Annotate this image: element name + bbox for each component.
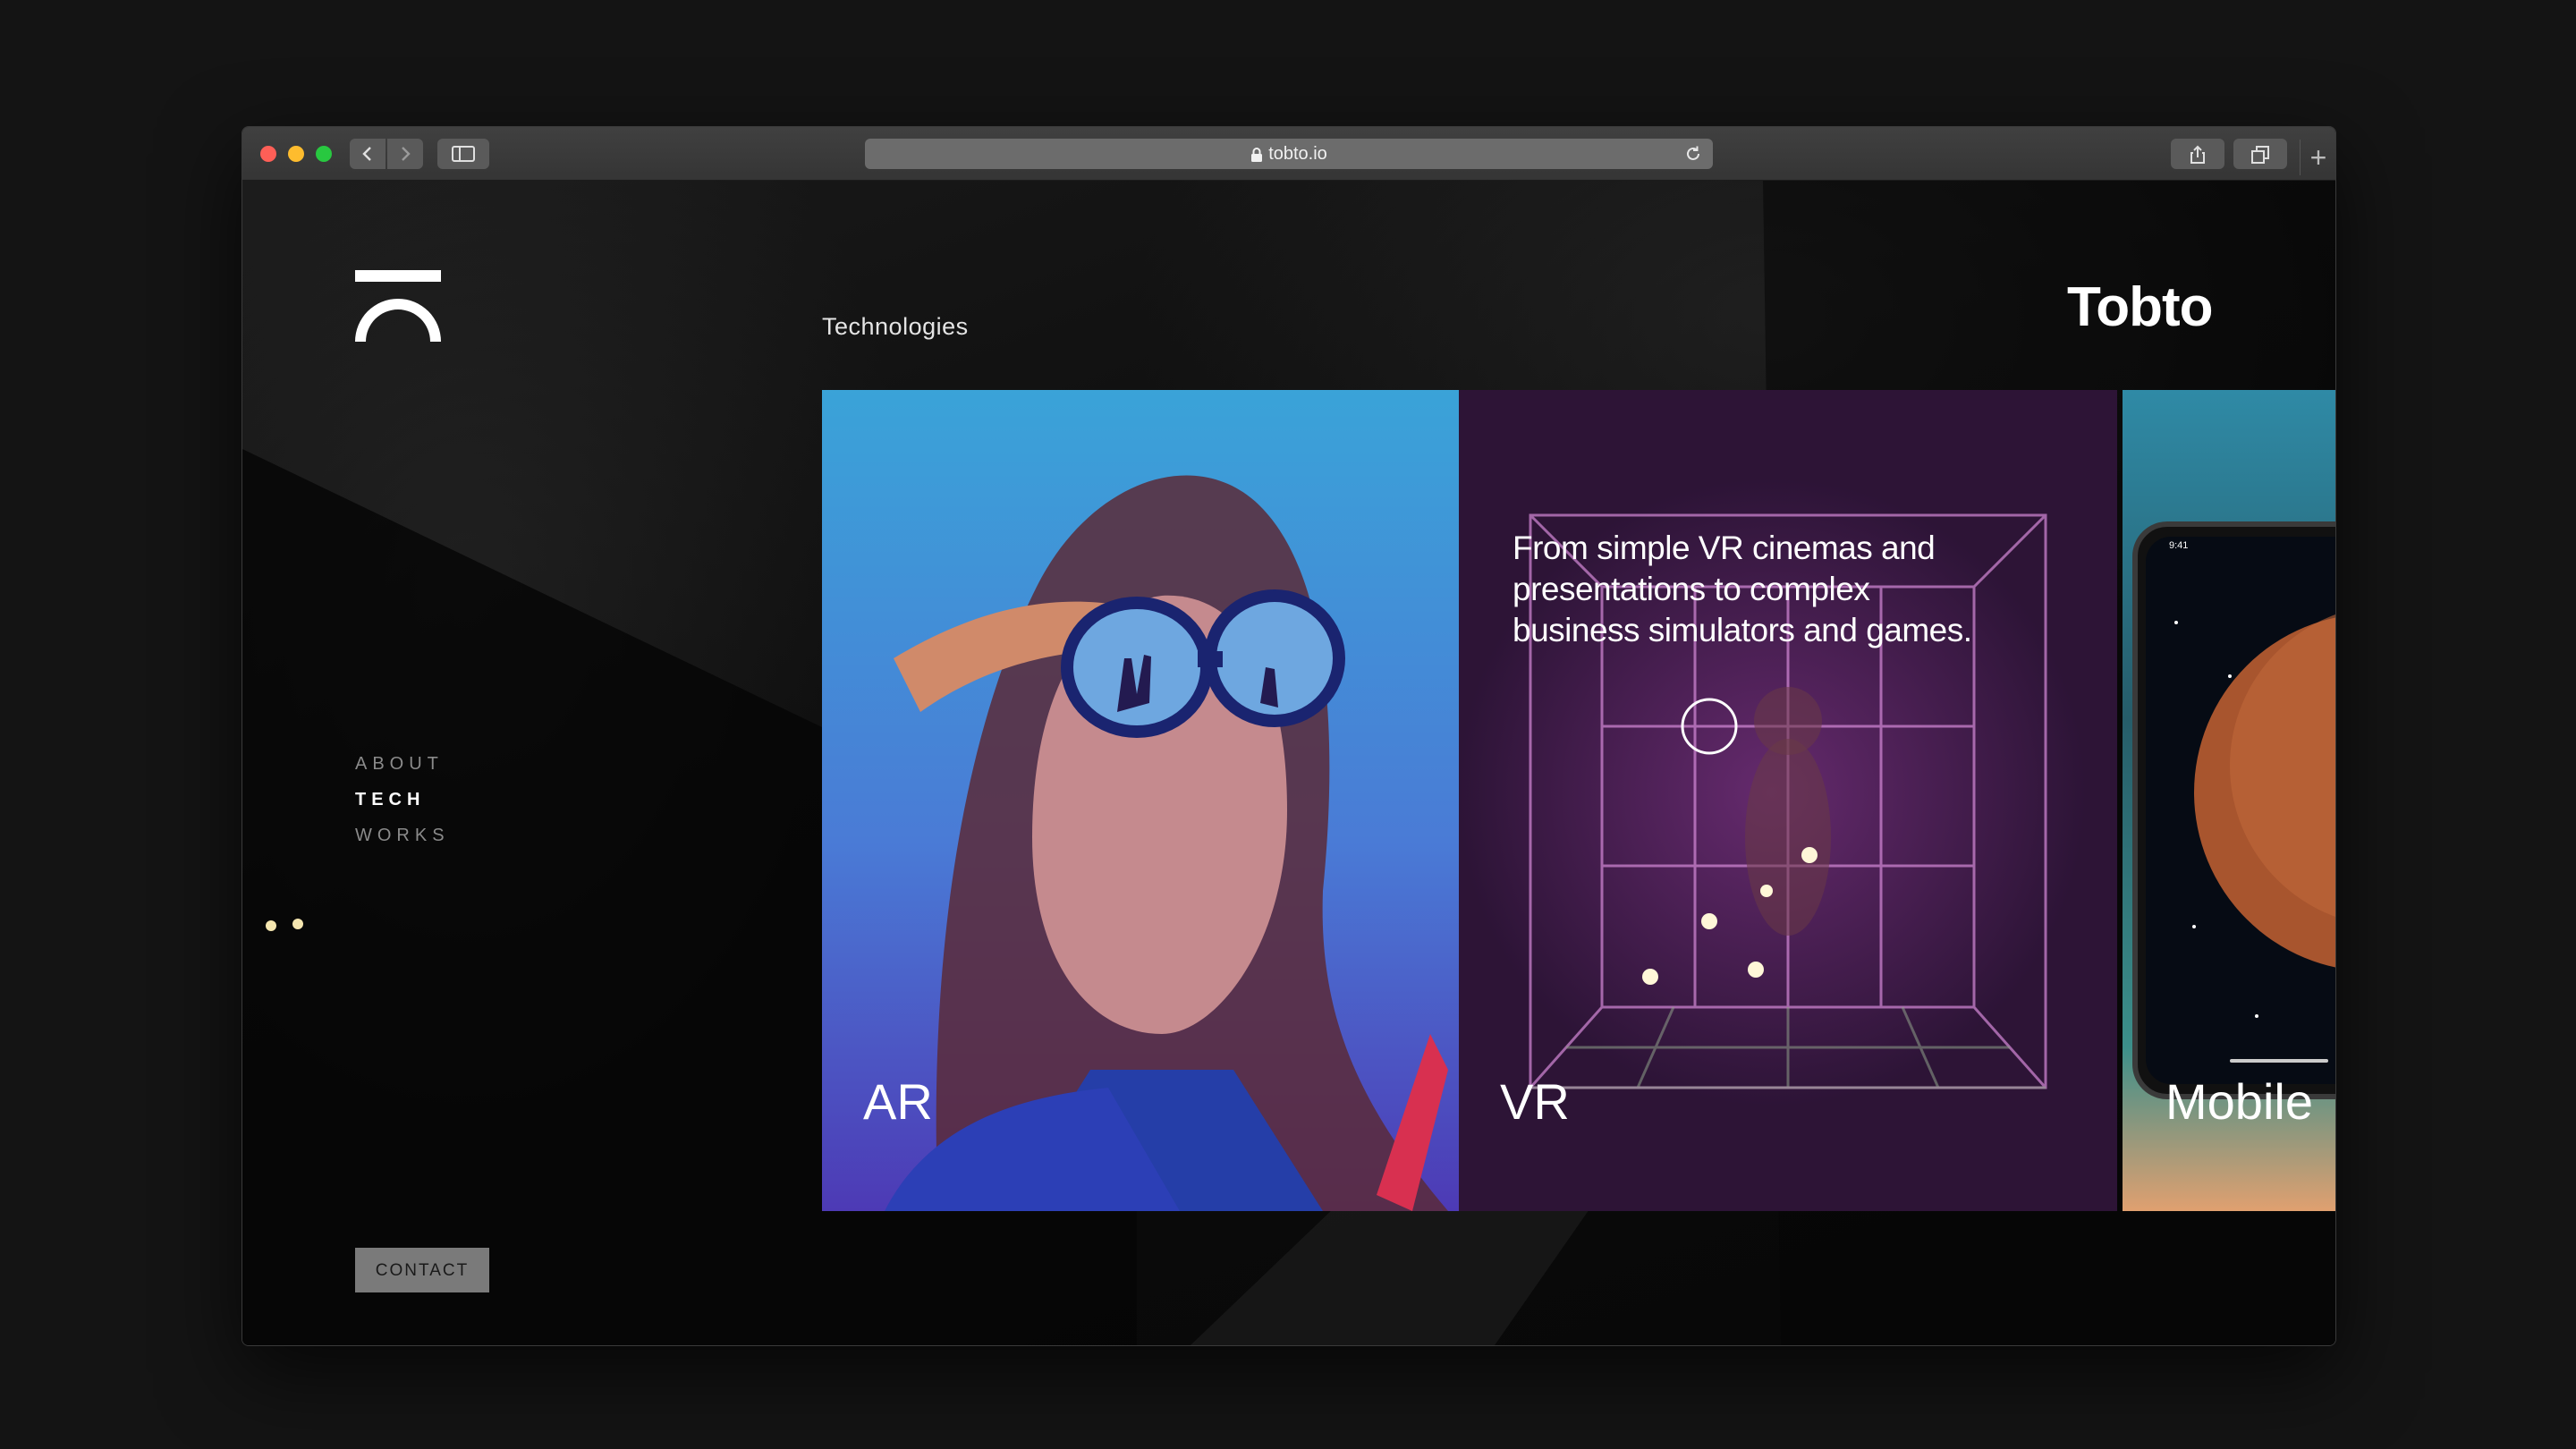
browser-window: tobto.io + Technologies Tobto ABOUT TECH… [242,126,2336,1346]
forward-button[interactable] [387,139,423,169]
close-window-button[interactable] [260,146,276,162]
side-navigation: ABOUT TECH WORKS [355,746,450,853]
minimize-window-button[interactable] [288,146,304,162]
nav-item-works[interactable]: WORKS [355,818,450,853]
card-vr-label: VR [1500,1073,1570,1130]
new-tab-button[interactable]: + [2300,140,2335,175]
card-vr[interactable]: From simple VR cinemas and presentations… [1459,390,2117,1211]
reload-icon[interactable] [1684,145,1702,163]
back-button[interactable] [350,139,386,169]
share-icon [2190,145,2205,164]
zoom-window-button[interactable] [316,146,332,162]
contact-button[interactable]: CONTACT [355,1248,489,1292]
browser-toolbar: tobto.io + [242,127,2335,181]
nav-item-about[interactable]: ABOUT [355,746,450,782]
card-mobile-label: Mobile [2165,1073,2313,1130]
card-ar-label: AR [863,1073,933,1130]
plus-icon: + [2309,141,2327,174]
sidebar-toggle-button[interactable] [437,139,489,169]
share-button[interactable] [2171,139,2224,169]
phone-status-time: 9:41 [2169,540,2189,551]
chevron-left-icon [362,147,371,161]
page-title: Technologies [822,313,969,340]
brand-logo[interactable]: Tobto [2067,275,2214,339]
card-vr-description: From simple VR cinemas and presentations… [1513,530,1972,648]
tabs-icon [2251,146,2269,164]
address-bar-text: tobto.io [865,139,1713,169]
tobto-logo-icon[interactable] [355,270,441,342]
nav-item-tech[interactable]: TECH [355,782,450,818]
card-mobile[interactable]: 9:41 Mobile [2123,390,2335,1211]
sidebar-icon [452,146,475,162]
lock-icon [1251,147,1263,162]
web-page: Technologies Tobto ABOUT TECH WORKS CONT… [242,181,2335,1345]
show-tabs-button[interactable] [2233,139,2287,169]
card-ar[interactable]: AR [822,390,1459,1211]
address-bar[interactable]: tobto.io [865,139,1713,169]
chevron-right-icon [402,147,411,161]
url-text: tobto.io [1268,144,1327,164]
